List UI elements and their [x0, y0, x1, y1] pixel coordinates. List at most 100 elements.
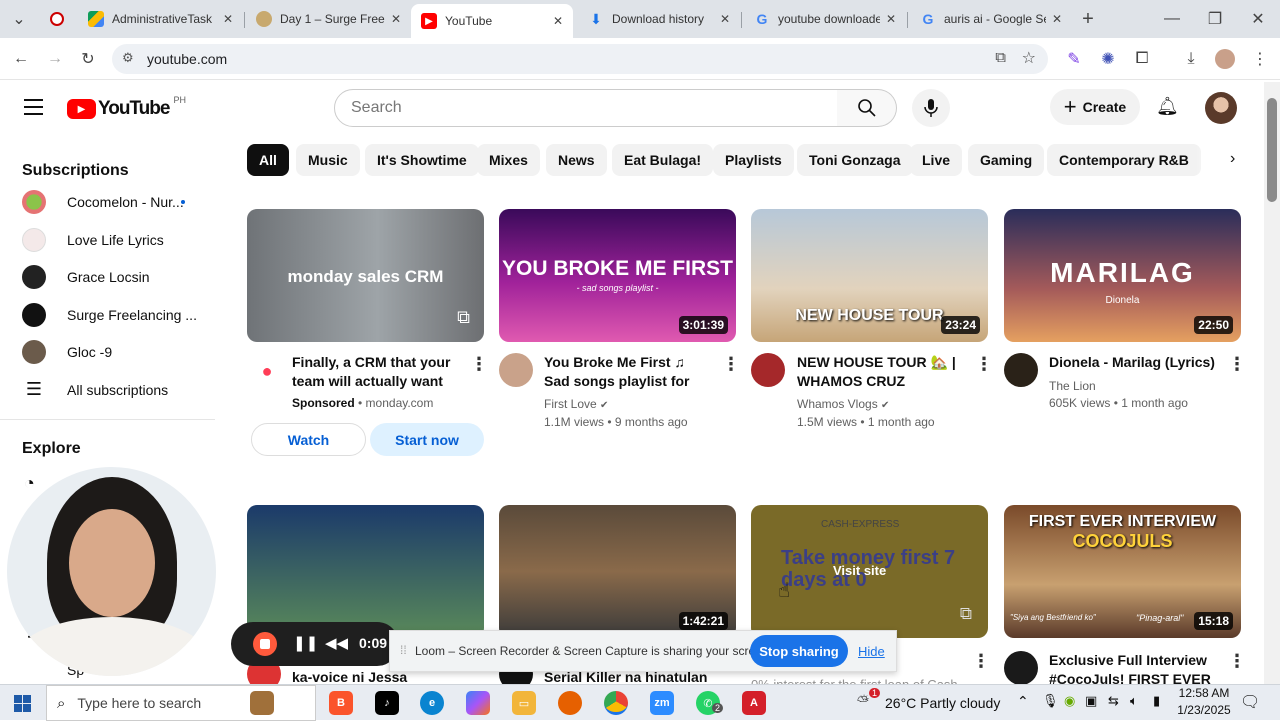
channel-avatar[interactable]	[499, 353, 533, 387]
ad-thumbnail[interactable]: monday sales CRM ⧉	[247, 209, 484, 342]
search-button[interactable]	[837, 89, 897, 127]
tab-day1-surge[interactable]: Day 1 – Surge Freel ✕	[246, 4, 411, 34]
pen-extension-icon[interactable]: ✎	[1063, 48, 1085, 70]
forward-icon[interactable]: →	[44, 48, 66, 70]
close-tab-icon[interactable]: ✕	[1052, 12, 1062, 26]
sidebar-item-grace-locsin[interactable]: Grace Locsin	[0, 258, 215, 296]
chip-gaming[interactable]: Gaming	[968, 144, 1045, 176]
tab-youtube-downloader[interactable]: G youtube downloade ✕	[744, 4, 906, 34]
video-thumbnail[interactable]: 1:42:21	[499, 505, 736, 638]
browser-menu-icon[interactable]: ⋮	[1249, 48, 1271, 70]
more-options-icon[interactable]: ⋮	[975, 355, 993, 373]
acrobat-icon[interactable]: A	[742, 691, 766, 715]
monday-logo-icon[interactable]: ●	[250, 356, 284, 390]
notification-center-icon[interactable]: 🗨︎	[1240, 692, 1260, 712]
video-thumbnail[interactable]: FIRST EVER INTERVIEW COCOJULS "Siya ang …	[1004, 505, 1241, 638]
chip-news[interactable]: News	[546, 144, 607, 176]
firefox-icon[interactable]	[558, 691, 582, 715]
sidebar-item-cocomelon[interactable]: Cocomelon - Nur...	[0, 183, 215, 221]
zoom-icon[interactable]: zm	[650, 691, 674, 715]
chrome-icon[interactable]	[604, 691, 628, 715]
extensions-puzzle-icon[interactable]: ⧠	[1131, 48, 1153, 70]
trending-icon[interactable]: ◔	[24, 473, 35, 494]
hide-sharing-bar-link[interactable]: Hide	[858, 644, 885, 659]
loom-pause-icon[interactable]: ❚❚	[293, 634, 318, 652]
chip-playlists[interactable]: Playlists	[713, 144, 794, 176]
address-bar[interactable]: ⚙ youtube.com ⧉ ☆	[112, 44, 1048, 74]
video-thumbnail[interactable]	[247, 505, 484, 638]
chip-mixes[interactable]: Mixes	[477, 144, 540, 176]
video-thumbnail[interactable]: MARILAG Dionela 22:50	[1004, 209, 1241, 342]
display-tray-icon[interactable]: ▣	[1085, 693, 1097, 709]
chips-next-icon[interactable]: ›	[1230, 150, 1235, 168]
sidebar-item-gloc9[interactable]: Gloc -9	[0, 333, 215, 371]
taskbar-search-box[interactable]: ⌕ Type here to search	[46, 685, 316, 721]
copilot-icon[interactable]	[466, 691, 490, 715]
clock-date[interactable]: 1/23/2025	[1174, 703, 1234, 717]
clock-time[interactable]: 12:58 AM	[1176, 686, 1232, 700]
ad-thumbnail[interactable]: CASH-EXPRESS Take money first 7 days at …	[751, 505, 988, 638]
close-tab-icon[interactable]: ✕	[223, 12, 233, 26]
chip-eat-bulaga[interactable]: Eat Bulaga!	[612, 144, 714, 176]
close-tab-icon[interactable]: ✕	[886, 12, 896, 26]
video-title[interactable]: NEW HOUSE TOUR 🏡 | WHAMOS CRUZ	[797, 353, 967, 391]
start-now-button[interactable]: Start now	[370, 423, 484, 456]
tab-youtube[interactable]: ▶ YouTube ✕	[411, 4, 573, 38]
channel-avatar[interactable]	[751, 353, 785, 387]
mic-tray-icon[interactable]: 🎙︎	[1042, 693, 1059, 709]
stop-sharing-button[interactable]: Stop sharing	[750, 635, 848, 667]
more-options-icon[interactable]: ⋮	[1228, 355, 1246, 373]
video-thumbnail[interactable]: NEW HOUSE TOUR 23:24	[751, 209, 988, 342]
tab-search-icon[interactable]: ⌄	[8, 8, 30, 30]
search-input[interactable]: Search	[334, 89, 838, 127]
more-options-icon[interactable]: ⋮	[722, 355, 740, 373]
tab-administrative[interactable]: AdministrativeTask ✕	[78, 4, 243, 34]
tray-overflow-icon[interactable]: ⌃	[1017, 693, 1029, 710]
channel-avatar[interactable]	[1004, 651, 1038, 685]
downloads-icon[interactable]: ⤓	[1180, 48, 1202, 70]
app-tray-icon[interactable]: ◉	[1064, 693, 1075, 709]
more-options-icon[interactable]: ⋮	[1228, 652, 1246, 670]
channel-avatar[interactable]	[1004, 353, 1038, 387]
tab-auris-ai[interactable]: G auris ai - Google Se ✕	[910, 4, 1072, 34]
video-title[interactable]: You Broke Me First ♫ Sad songs playlist …	[544, 353, 714, 391]
close-tab-icon[interactable]: ✕	[720, 12, 730, 26]
windows-start-icon[interactable]	[14, 695, 31, 712]
battery-icon[interactable]: ▮	[1153, 693, 1160, 709]
back-icon[interactable]: ←	[10, 48, 32, 70]
channel-name[interactable]: First Love	[544, 397, 597, 411]
extension-star-icon[interactable]: ✺	[1097, 48, 1119, 70]
bookmark-star-icon[interactable]: ☆	[1022, 48, 1036, 68]
weather-text[interactable]: 26°C Partly cloudy	[885, 695, 1000, 711]
weather-icon[interactable]: ⛅︎	[857, 693, 869, 710]
chip-all[interactable]: All	[247, 144, 289, 176]
maximize-icon[interactable]: ❐	[1204, 8, 1226, 30]
video-title[interactable]: Exclusive Full Interview #CocoJuls! FIRS…	[1049, 651, 1229, 684]
minimize-icon[interactable]: —	[1161, 8, 1183, 30]
sidebar-item-love-life-lyrics[interactable]: Love Life Lyrics	[0, 221, 215, 259]
video-thumbnail[interactable]: YOU BROKE ME FIRST - sad songs playlist …	[499, 209, 736, 342]
volume-icon[interactable]: 🔈︎	[1130, 693, 1138, 709]
edge-icon[interactable]: e	[420, 691, 444, 715]
hamburger-menu-icon[interactable]	[24, 99, 43, 115]
sidebar-item-all-subscriptions[interactable]: ☰ All subscriptions	[0, 371, 215, 409]
chip-its-showtime[interactable]: It's Showtime	[365, 144, 479, 176]
scrollbar-thumb[interactable]	[1267, 98, 1277, 202]
account-avatar[interactable]	[1205, 92, 1237, 124]
brave-icon[interactable]: B	[329, 691, 353, 715]
more-options-icon[interactable]: ⋮	[972, 652, 990, 670]
profile-avatar-icon[interactable]	[1215, 49, 1235, 69]
page-scrollbar[interactable]	[1264, 82, 1280, 684]
site-info-icon[interactable]: ⚙	[122, 50, 134, 66]
more-options-icon[interactable]: ⋮	[470, 355, 488, 373]
voice-search-button[interactable]	[912, 89, 950, 127]
reload-icon[interactable]: ↻	[77, 48, 99, 70]
youtube-logo[interactable]: ▶ YouTube PH	[67, 95, 186, 120]
chip-contemporary-rnb[interactable]: Contemporary R&B	[1047, 144, 1201, 176]
loom-restart-icon[interactable]: ◀◀	[325, 634, 348, 652]
sidebar-item-surge-freelancing[interactable]: Surge Freelancing ...	[0, 296, 215, 334]
drag-handle-icon[interactable]: ⁞⁞	[400, 643, 407, 657]
close-window-icon[interactable]: ✕	[1247, 8, 1269, 30]
chip-music[interactable]: Music	[296, 144, 360, 176]
notifications-bell-icon[interactable]: 🔔︎	[1156, 96, 1179, 117]
